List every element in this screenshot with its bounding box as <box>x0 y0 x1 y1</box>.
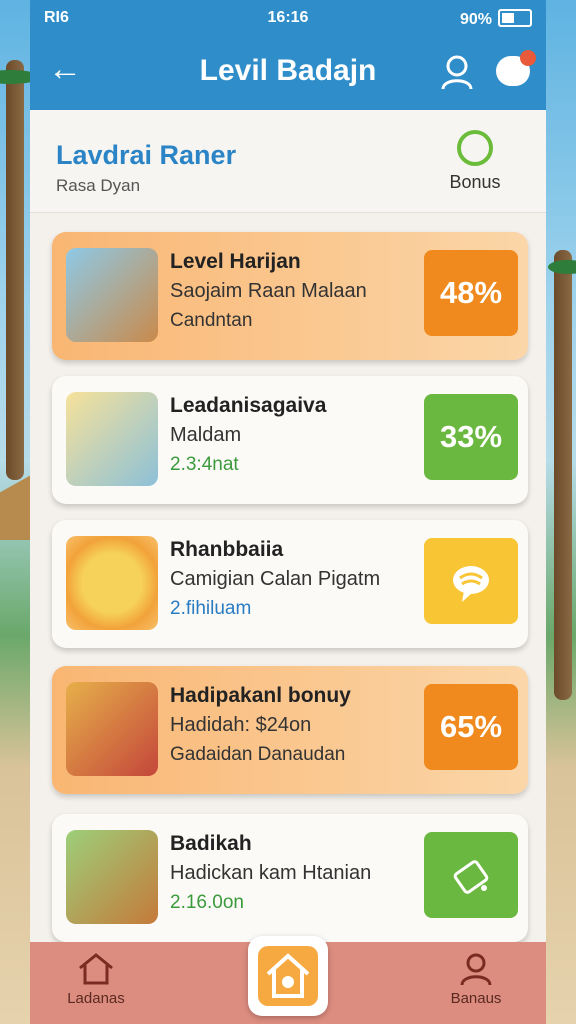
home-icon <box>79 953 113 985</box>
nav-item-bonus[interactable]: Banaus <box>426 952 526 1007</box>
notification-dot <box>520 50 536 66</box>
progress-badge: 33% <box>424 394 518 480</box>
food-bowl-thumbnail-icon <box>66 392 158 486</box>
card-line3: Candntan <box>170 310 253 331</box>
card-line2: Maldam <box>170 424 242 446</box>
user-icon <box>460 953 492 986</box>
card-title: Hadipakanl bonuy <box>170 684 351 707</box>
card-title: Badikah <box>170 832 252 855</box>
card-line3: 2.3:4nat <box>170 454 239 475</box>
battery-icon <box>498 9 532 27</box>
card-title: Level Harijan <box>170 250 301 273</box>
basket-thumbnail-icon <box>66 830 158 924</box>
center-home-button[interactable] <box>248 936 328 1016</box>
chat-bubble-badge-icon[interactable] <box>424 538 518 624</box>
chat-notification-icon[interactable] <box>496 50 536 86</box>
card-line3: 2.16.0on <box>170 892 244 913</box>
card-line3: Gadaidan Danaudan <box>170 744 346 765</box>
bear-thumbnail-icon <box>66 248 158 342</box>
bonus-label: Bonus <box>449 172 501 192</box>
sun-icon <box>457 130 493 166</box>
ticket-badge-icon[interactable] <box>424 832 518 918</box>
coin-leaf-thumbnail-icon <box>66 536 158 630</box>
house-icon <box>258 946 318 1006</box>
section-subtitle: Rasa Dyan <box>56 176 141 195</box>
card-title: Leadanisagaiva <box>170 394 327 417</box>
card-line2: Hadickan kam Htanian <box>170 862 372 884</box>
card-line3: 2.fihiluam <box>170 598 252 619</box>
card-title: Rhanbbaiia <box>170 538 284 561</box>
user-icon[interactable] <box>440 54 474 90</box>
bottom-nav: Ladanas Banaus <box>30 936 546 1024</box>
nav-label-left: Ladanas <box>67 990 125 1007</box>
card-line2: Saojaim Raan Malaan <box>170 280 367 302</box>
card-line2: Hadidah: $24on <box>170 714 312 736</box>
list-item-card[interactable]: Hadipakanl bonuy Hadidah: $24on Gadaidan… <box>52 666 528 794</box>
coins-food-thumbnail-icon <box>66 682 158 776</box>
palm-tree-left <box>6 60 24 480</box>
section-title: Lavdrai Raner <box>56 140 237 170</box>
app-bar: ← Levil Badajn <box>30 36 546 110</box>
nav-label-right: Banaus <box>450 990 502 1007</box>
bonus-button[interactable]: Bonus <box>444 130 506 193</box>
list-item-card[interactable]: Leadanisagaiva Maldam 2.3:4nat 33% <box>52 376 528 504</box>
list-item-card[interactable]: Rhanbbaiia Camigian Calan Pigatm 2.fihil… <box>52 520 528 648</box>
nav-item-home[interactable]: Ladanas <box>46 952 146 1007</box>
section-header: Lavdrai Raner Rasa Dyan Bonus <box>30 110 546 213</box>
list-item-card[interactable]: Level Harijan Saojaim Raan Malaan Candnt… <box>52 232 528 360</box>
progress-badge: 48% <box>424 250 518 336</box>
palm-tree-right <box>554 250 572 700</box>
battery-percent: 90% <box>459 11 492 28</box>
status-bar: RI6 16:16 90% <box>30 0 546 36</box>
card-line2: Camigian Calan Pigatm <box>170 568 381 590</box>
list-item-card[interactable]: Badikah Hadickan kam Htanian 2.16.0on <box>52 814 528 942</box>
battery-indicator: 90% <box>460 9 532 29</box>
progress-badge: 65% <box>424 684 518 770</box>
